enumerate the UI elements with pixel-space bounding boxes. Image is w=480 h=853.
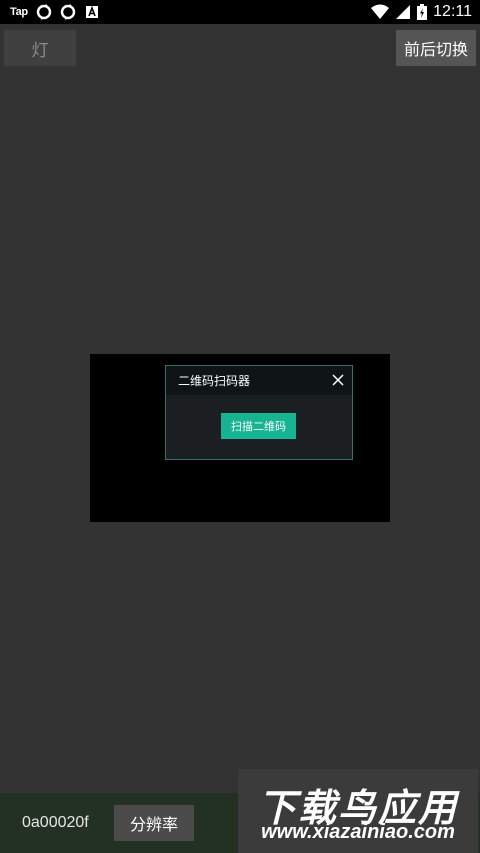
device-code: 0a00020f (22, 814, 89, 831)
qr-scanner-dialog: 二维码扫码器 扫描二维码 (165, 365, 353, 460)
signal-icon (396, 5, 411, 19)
sync-icon (36, 4, 52, 20)
battery-icon (417, 4, 428, 20)
camera-preview: 二维码扫码器 扫描二维码 (90, 354, 390, 522)
sync-icon (60, 4, 76, 20)
light-button[interactable]: 灯 (4, 30, 76, 66)
watermark-url: www.xiazainiao.com (261, 821, 455, 843)
clock-time: 12:11 (433, 3, 472, 20)
watermark-logo: 下载鸟应用 www.xiazainiao.com (238, 769, 478, 853)
close-icon[interactable] (331, 373, 345, 387)
wifi-icon (371, 4, 390, 19)
a-notification-icon (85, 5, 98, 18)
dialog-title: 二维码扫码器 (178, 374, 251, 388)
resolution-button[interactable]: 分辨率 (114, 805, 194, 841)
camera-switch-button[interactable]: 前后切换 (396, 30, 476, 66)
dialog-header: 二维码扫码器 (166, 366, 352, 395)
scan-qr-button[interactable]: 扫描二维码 (221, 413, 296, 439)
tap-label: Tap (10, 6, 28, 18)
status-bar: Tap 12:11 (0, 0, 480, 24)
